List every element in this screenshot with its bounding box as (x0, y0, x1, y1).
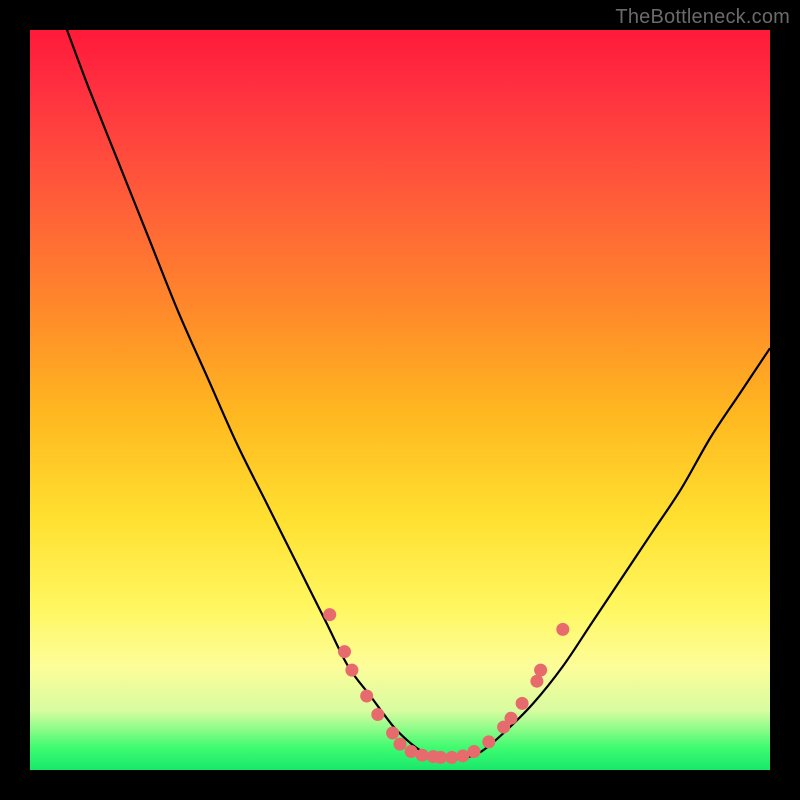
highlight-dots-group (323, 608, 569, 764)
highlight-dot (338, 645, 351, 658)
highlight-dot (386, 727, 399, 740)
highlight-dot (482, 735, 495, 748)
highlight-dot (345, 664, 358, 677)
highlight-dot (434, 751, 447, 764)
highlight-dot (416, 749, 429, 762)
highlight-dot (405, 745, 418, 758)
plot-area (30, 30, 770, 770)
highlight-dot (456, 749, 469, 762)
highlight-dot (516, 697, 529, 710)
highlight-dot (468, 745, 481, 758)
highlight-dot (556, 623, 569, 636)
highlight-dot (534, 664, 547, 677)
curve-svg (30, 30, 770, 770)
highlight-dot (323, 608, 336, 621)
highlight-dot (360, 690, 373, 703)
highlight-dot (505, 712, 518, 725)
highlight-dot (530, 675, 543, 688)
highlight-dot (394, 738, 407, 751)
chart-frame: TheBottleneck.com (0, 0, 800, 800)
bottleneck-curve (67, 30, 770, 759)
highlight-dot (371, 708, 384, 721)
watermark-text: TheBottleneck.com (615, 6, 790, 29)
highlight-dot (445, 751, 458, 764)
